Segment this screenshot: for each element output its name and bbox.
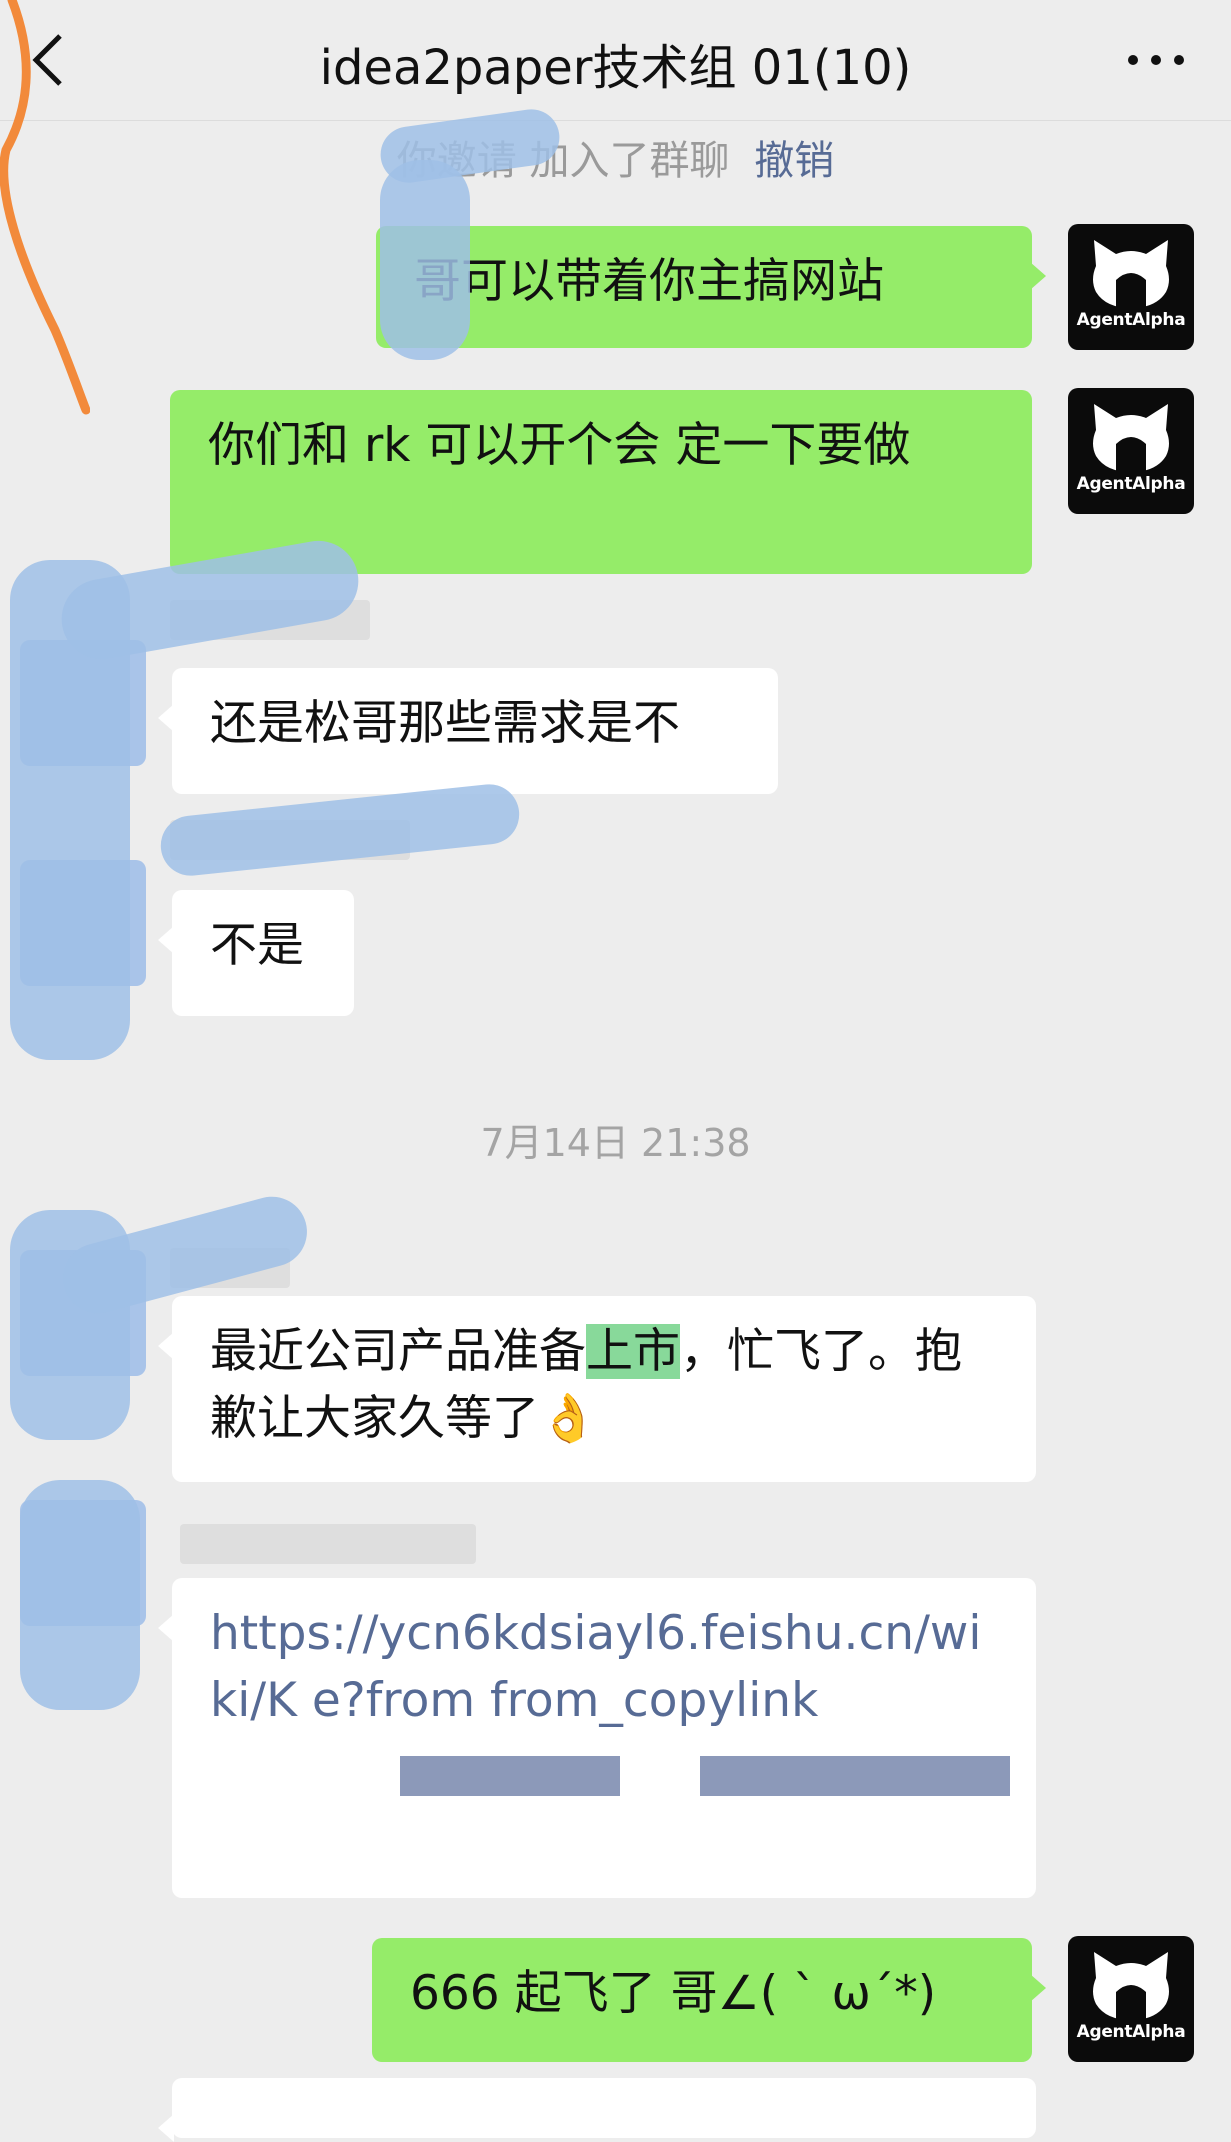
avatar-brand: AgentAlpha [1076, 474, 1186, 494]
own-avatar[interactable]: AgentAlpha [1068, 388, 1194, 514]
message-text: 666 起飞了 哥∠( ` ω´*) [410, 1966, 937, 2021]
message-highlight: 上市 [586, 1324, 680, 1379]
agentalpha-cat-logo-icon [1093, 240, 1169, 308]
redaction-scribble [20, 1480, 140, 1710]
agentalpha-cat-logo-icon [1093, 1952, 1169, 2020]
chat-timestamp: 7月14日 21:38 [480, 1121, 751, 1165]
message-bubble-other[interactable]: 还是松哥那些需求是不 [158, 668, 778, 794]
redaction-block [400, 1756, 620, 1796]
message-bubble-own[interactable]: 哥可以带着你主搞网站 [376, 226, 1046, 348]
message-bubble-link[interactable]: https://ycn6kdsiayl6.feishu.cn/wiki/K e?… [158, 1578, 1036, 1898]
message-text-before: 最近公司产品准备 [210, 1324, 586, 1379]
message-text: 哥可以带着你主搞网站 [414, 254, 884, 309]
chat-title: idea2paper技术组 01(10) [319, 40, 912, 96]
message-bubble-other[interactable]: 最近公司产品准备上市，忙飞了。抱歉让大家久等了👌 [158, 1296, 1036, 1482]
avatar-brand: AgentAlpha [1076, 310, 1186, 330]
redaction-scribble [380, 160, 470, 360]
message-bubble-other[interactable]: 不是 [158, 890, 354, 1016]
own-avatar[interactable]: AgentAlpha [1068, 1936, 1194, 2062]
redaction-scribble [157, 781, 523, 879]
orange-annotation-stroke [0, 0, 90, 415]
message-bubble-other-partial[interactable] [158, 2078, 1036, 2142]
redaction-block [700, 1756, 1010, 1796]
agentalpha-cat-logo-icon [1093, 404, 1169, 472]
message-text: 还是松哥那些需求是不 [210, 696, 680, 751]
feishu-link[interactable]: https://ycn6kdsiayl6.feishu.cn/wiki/K e?… [210, 1606, 981, 1728]
message-bubble-own[interactable]: 666 起飞了 哥∠( ` ω´*) [372, 1938, 1046, 2062]
own-avatar[interactable]: AgentAlpha [1068, 224, 1194, 350]
more-dots-icon[interactable] [1121, 30, 1191, 90]
message-text: 你们和 rk 可以开个会 定一下要做 [208, 418, 911, 473]
undo-link[interactable]: 撤销 [754, 138, 834, 184]
sender-name-redacted [180, 1524, 476, 1564]
avatar-brand: AgentAlpha [1076, 2022, 1186, 2042]
system-notice: 你邀请 加入了群聊 撤销 [0, 128, 1231, 186]
message-text: 不是 [210, 918, 304, 973]
chat-header: idea2paper技术组 01(10) [0, 0, 1231, 121]
